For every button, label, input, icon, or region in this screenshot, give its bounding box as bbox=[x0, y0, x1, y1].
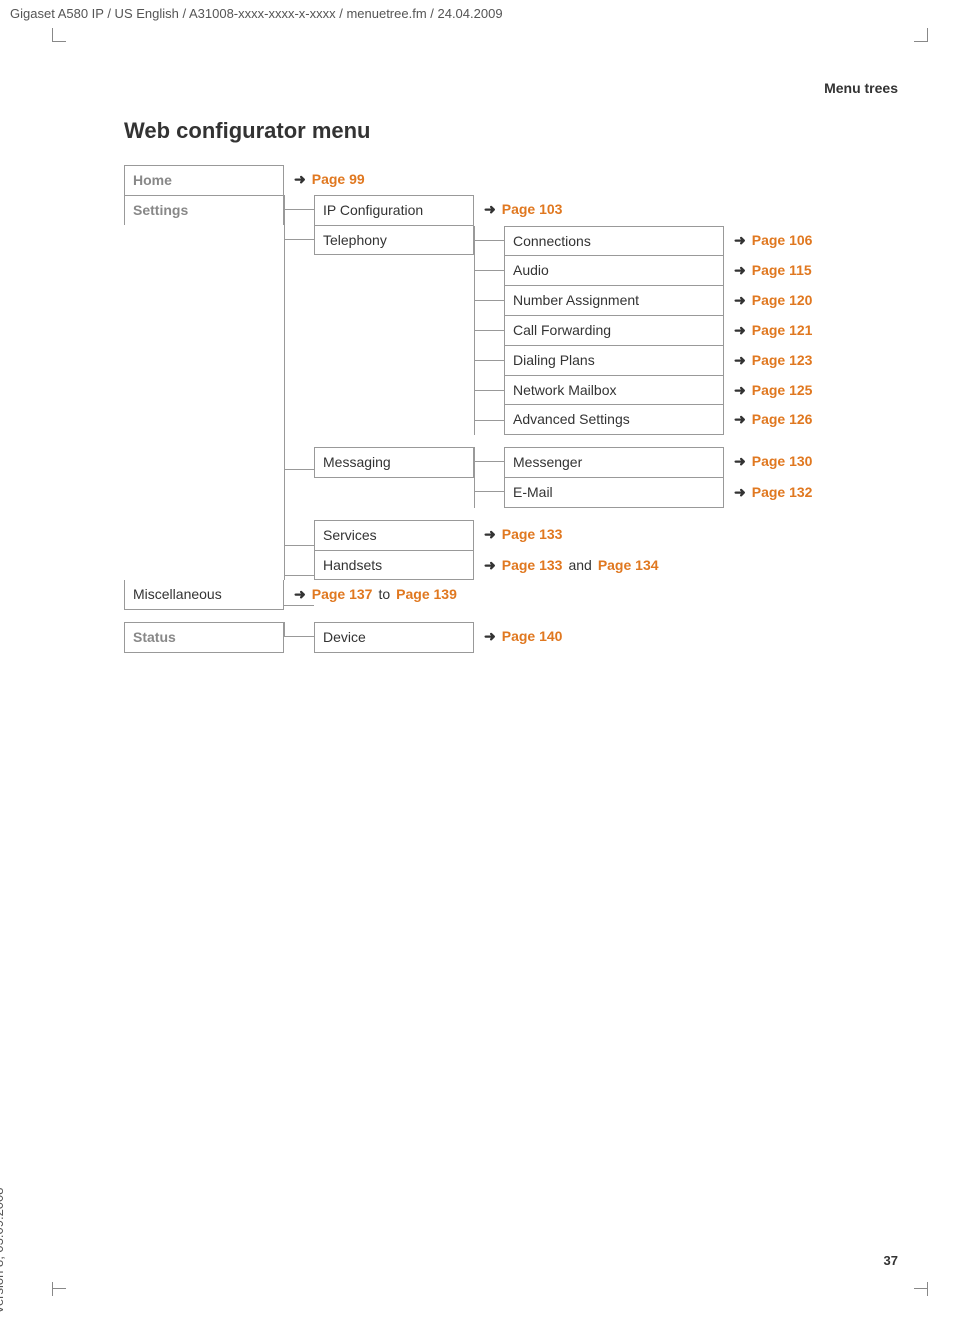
page-ref: ➜ Page 103 bbox=[474, 195, 812, 218]
menu-number-assignment: Number Assignment bbox=[504, 286, 724, 316]
arrow-icon: ➜ bbox=[734, 292, 746, 309]
page-link[interactable]: Page 133 bbox=[502, 557, 563, 574]
menu-handsets: Handsets bbox=[314, 551, 474, 581]
menu-email: E-Mail bbox=[504, 478, 724, 508]
connector bbox=[474, 226, 504, 436]
menu-advanced-settings: Advanced Settings bbox=[504, 405, 724, 435]
menu-call-forwarding: Call Forwarding bbox=[504, 316, 724, 346]
arrow-icon: ➜ bbox=[484, 526, 496, 543]
page-link[interactable]: Page 115 bbox=[752, 262, 812, 279]
page-link[interactable]: Page 120 bbox=[752, 292, 813, 309]
page-link[interactable]: Page 125 bbox=[752, 382, 813, 399]
page-link[interactable]: Page 140 bbox=[502, 628, 563, 645]
arrow-icon: ➜ bbox=[484, 201, 496, 218]
page-ref: ➜ Page 137 to Page 139 bbox=[284, 580, 504, 603]
ref-text: and bbox=[568, 557, 591, 574]
page-ref: ➜ Page 126 bbox=[724, 405, 812, 428]
connector bbox=[284, 622, 314, 653]
menu-messenger: Messenger bbox=[504, 447, 724, 478]
menu-telephony: Telephony bbox=[314, 226, 474, 256]
page-link[interactable]: Page 133 bbox=[502, 526, 563, 543]
menu-connections: Connections bbox=[504, 226, 724, 257]
document-header: Gigaset A580 IP / US English / A31008-xx… bbox=[10, 6, 503, 21]
arrow-icon: ➜ bbox=[734, 484, 746, 501]
menu-device: Device bbox=[314, 622, 474, 653]
menu-messaging: Messaging bbox=[314, 447, 474, 478]
page-link[interactable]: Page 130 bbox=[752, 453, 813, 470]
arrow-icon: ➜ bbox=[734, 352, 746, 369]
page-ref: ➜ Page 99 bbox=[284, 165, 812, 188]
page-ref: ➜ Page 132 bbox=[724, 478, 812, 501]
section-label: Menu trees bbox=[824, 80, 898, 96]
page-link[interactable]: Page 126 bbox=[752, 411, 813, 428]
arrow-icon: ➜ bbox=[484, 557, 496, 574]
menu-dialing-plans: Dialing Plans bbox=[504, 346, 724, 376]
arrow-icon: ➜ bbox=[734, 411, 746, 428]
page-title: Web configurator menu bbox=[124, 118, 371, 144]
page-number: 37 bbox=[884, 1253, 898, 1268]
page-ref: ➜ Page 123 bbox=[724, 346, 812, 369]
page-ref: ➜ Page 140 bbox=[474, 622, 812, 645]
page-link[interactable]: Page 99 bbox=[312, 171, 365, 188]
menu-services: Services bbox=[314, 520, 474, 551]
page-link[interactable]: Page 103 bbox=[502, 201, 563, 218]
page-ref: ➜ Page 133 and Page 134 bbox=[474, 551, 812, 574]
crop-mark bbox=[914, 26, 928, 44]
crop-mark bbox=[52, 1280, 66, 1298]
arrow-icon: ➜ bbox=[294, 171, 306, 188]
crop-mark bbox=[52, 26, 66, 44]
connector bbox=[474, 447, 504, 508]
menu-status: Status bbox=[124, 622, 284, 653]
arrow-icon: ➜ bbox=[734, 382, 746, 399]
ref-text: to bbox=[378, 586, 390, 603]
page-link[interactable]: Page 132 bbox=[752, 484, 813, 501]
page-link[interactable]: Page 139 bbox=[396, 586, 457, 603]
connector bbox=[284, 195, 314, 581]
page-link[interactable]: Page 123 bbox=[752, 352, 813, 369]
page-ref: ➜ Page 121 bbox=[724, 316, 812, 339]
version-string: Version 8, 03.09.2008 bbox=[0, 1188, 6, 1315]
page-link[interactable]: Page 106 bbox=[752, 232, 813, 249]
page-ref: ➜ Page 125 bbox=[724, 376, 812, 399]
menu-tree: Home ➜ Page 99 Settings IP Configuration… bbox=[124, 165, 812, 653]
menu-network-mailbox: Network Mailbox bbox=[504, 376, 724, 406]
page-ref: ➜ Page 130 bbox=[724, 447, 812, 470]
arrow-icon: ➜ bbox=[734, 322, 746, 339]
page-ref: ➜ Page 120 bbox=[724, 286, 812, 309]
arrow-icon: ➜ bbox=[734, 262, 746, 279]
page-link[interactable]: Page 137 bbox=[312, 586, 373, 603]
page-ref: ➜ Page 133 bbox=[474, 520, 812, 543]
arrow-icon: ➜ bbox=[294, 586, 306, 603]
page-ref: ➜ Page 106 bbox=[724, 226, 812, 249]
page-ref: ➜ Page 115 bbox=[724, 256, 812, 279]
arrow-icon: ➜ bbox=[734, 453, 746, 470]
menu-settings: Settings bbox=[124, 195, 284, 225]
arrow-icon: ➜ bbox=[734, 232, 746, 249]
menu-home: Home bbox=[124, 165, 284, 195]
menu-ip-configuration: IP Configuration bbox=[314, 195, 474, 226]
menu-miscellaneous: Miscellaneous bbox=[124, 580, 284, 610]
arrow-icon: ➜ bbox=[484, 628, 496, 645]
menu-audio: Audio bbox=[504, 256, 724, 286]
page-link[interactable]: Page 121 bbox=[752, 322, 813, 339]
page-link[interactable]: Page 134 bbox=[598, 557, 659, 574]
crop-mark bbox=[914, 1280, 928, 1298]
